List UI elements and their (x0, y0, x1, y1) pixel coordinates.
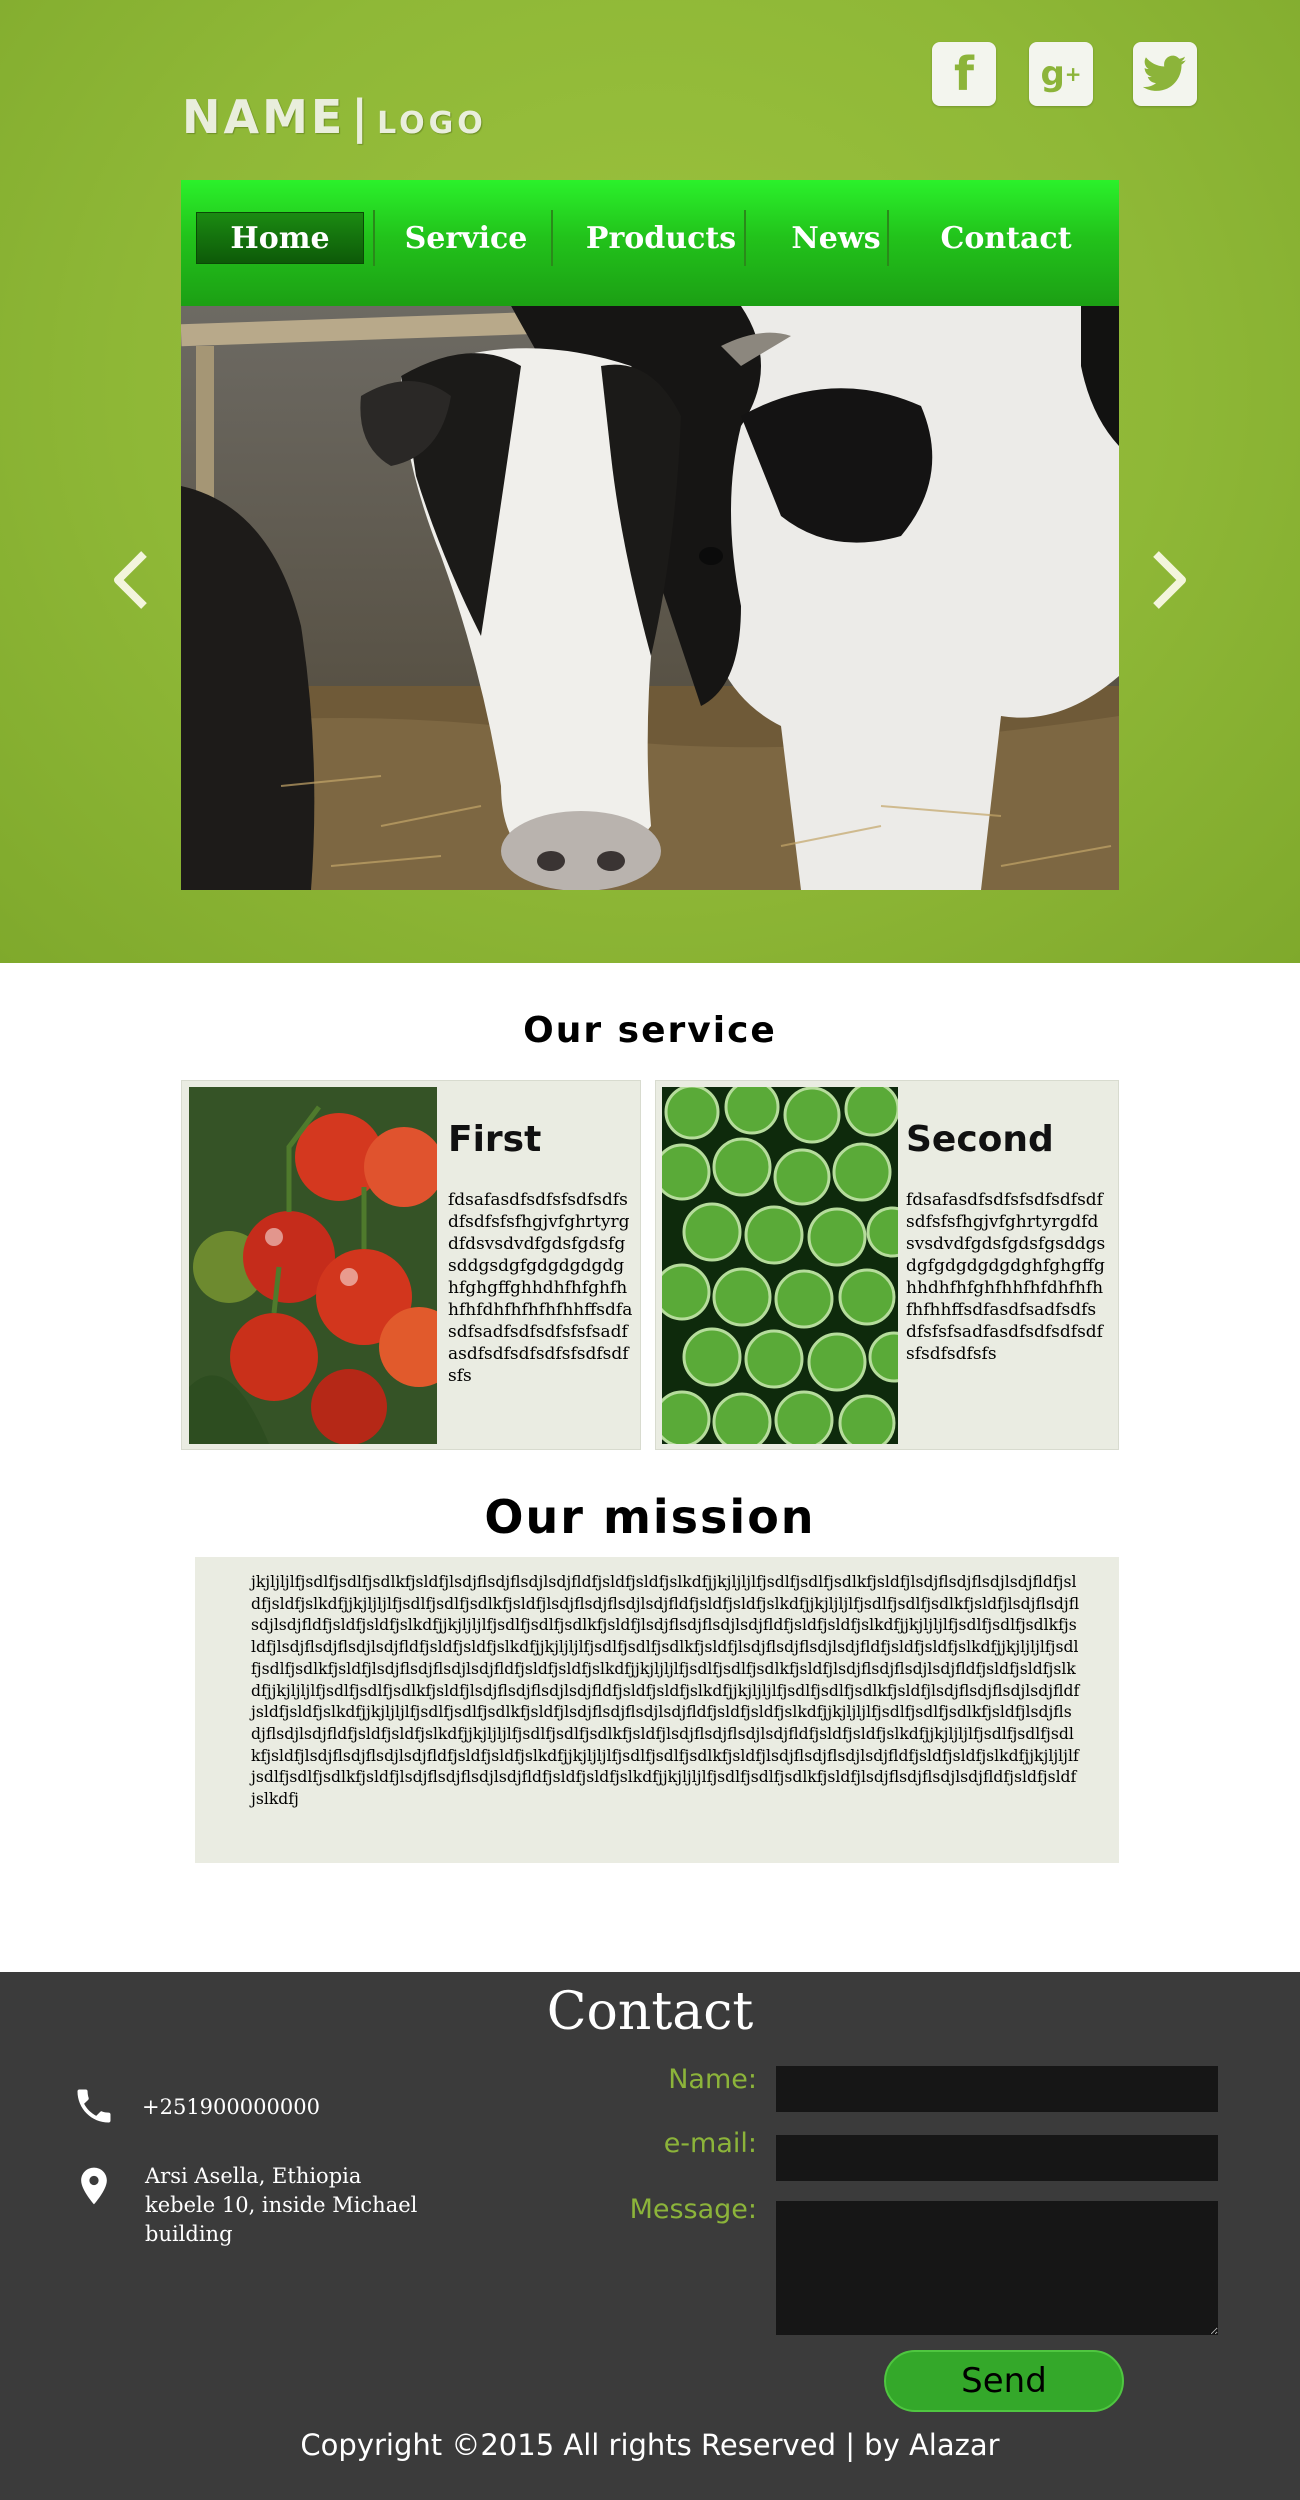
service-card-text: fdsafasdfsdfsfsdfsdfsdfsdfsfsfhgjvfghrty… (906, 1190, 1106, 1364)
address-text: Arsi Asella, Ethiopia kebele 10, inside … (145, 2164, 418, 2246)
service-card-text: fdsafasdfsdfsfsdfsdfsdfsdfsfsfhgjvfghrty… (448, 1190, 633, 1386)
service-heading: Our service (523, 1010, 777, 1051)
nav-products[interactable]: Products (561, 212, 761, 264)
service-card: First fdsafasdfsdfsfsdfsdfsdfsdfsfsfhgjv… (181, 1080, 641, 1450)
service-card-title: First (448, 1119, 542, 1160)
mission-heading: Our mission (484, 1490, 816, 1544)
nav-home[interactable]: Home (196, 212, 364, 264)
slider-next-arrow[interactable] (1150, 550, 1190, 610)
logo-small: LOGO (377, 106, 487, 141)
logo-name: NAME (182, 90, 346, 144)
service-card-title: Second (906, 1119, 1054, 1160)
phone-icon (72, 2084, 116, 2128)
mission-text: jkjljljlfjsdlfjsdlfjsdlkfjsldfjlsdjflsdj… (251, 1573, 1080, 1809)
message-field[interactable] (776, 2201, 1218, 2335)
logo-separator: | (351, 90, 372, 144)
nav-divider (887, 210, 889, 266)
tomato-image (189, 1087, 437, 1444)
facebook-icon[interactable]: f (932, 42, 996, 106)
service-card: Second fdsafasdfsdfsfsdfsdfsdfsdfsfsfhgj… (655, 1080, 1119, 1450)
contact-heading: Contact (546, 1982, 754, 2042)
mission-box: jkjljljlfjsdlfjsdlfjsdlkfjsldfjlsdjflsdj… (195, 1557, 1119, 1863)
name-label: Name: (668, 2064, 757, 2095)
nav-divider (551, 210, 553, 266)
nav-service[interactable]: Service (386, 212, 546, 264)
email-label: e-mail: (663, 2128, 757, 2159)
copyright-text: Copyright ©2015 All rights Reserved | by… (300, 2428, 1000, 2462)
slider-image (181, 306, 1119, 890)
google-plus-icon[interactable]: g + (1029, 42, 1093, 106)
message-label: Message: (629, 2194, 757, 2225)
peas-image (662, 1087, 898, 1444)
nav-contact[interactable]: Contact (916, 212, 1096, 264)
nav-divider (373, 210, 375, 266)
main-nav: Home Service Products News Contact (181, 180, 1119, 306)
location-pin-icon (72, 2162, 116, 2206)
site-logo[interactable]: NAME | LOGO (182, 90, 487, 144)
name-field[interactable] (776, 2066, 1218, 2112)
send-button[interactable]: Send (884, 2350, 1124, 2412)
phone-number: +251900000000 (142, 2095, 320, 2119)
hero-section: NAME | LOGO f g + Home Service Products New… (0, 0, 1300, 963)
contact-section: Contact +251900000000 Arsi Asella, Ethio… (0, 1972, 1300, 2500)
nav-divider (744, 210, 746, 266)
email-field[interactable] (776, 2135, 1218, 2181)
nav-news[interactable]: News (771, 212, 901, 264)
twitter-icon[interactable] (1133, 42, 1197, 106)
slider-prev-arrow[interactable] (110, 550, 150, 610)
